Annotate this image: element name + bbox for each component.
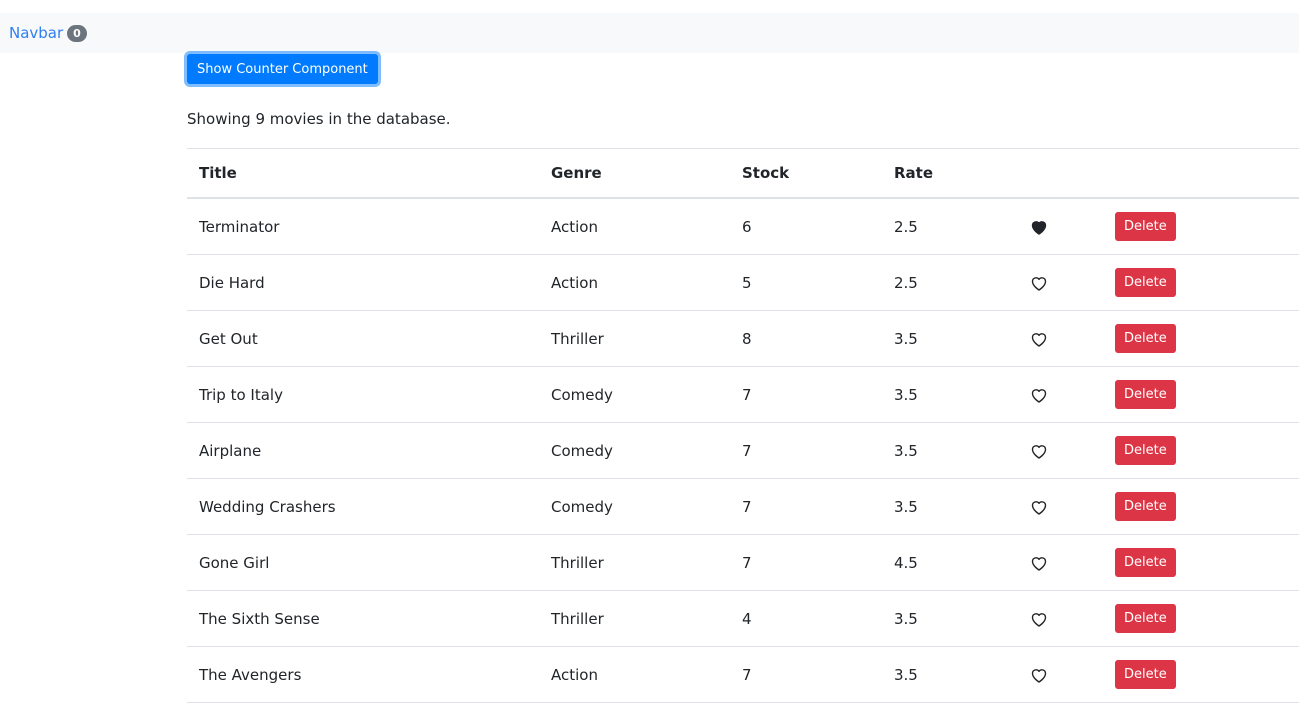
heart-outline-icon[interactable] — [1030, 666, 1048, 684]
table-row: Die Hard Action 5 2.5 Delete — [187, 254, 1299, 311]
movie-rate: 3.5 — [882, 422, 1004, 479]
table-row: Terminator Action 6 2.5 Delete — [187, 198, 1299, 255]
table-row: Airplane Comedy 7 3.5 Delete — [187, 422, 1299, 479]
heart-outline-icon[interactable] — [1030, 386, 1048, 404]
movie-genre: Thriller — [539, 590, 730, 647]
header-genre: Genre — [539, 148, 730, 199]
delete-button[interactable]: Delete — [1115, 492, 1176, 521]
movie-rate: 3.5 — [882, 478, 1004, 535]
actions-cell: Delete — [1107, 534, 1299, 591]
movie-stock: 6 — [730, 198, 882, 255]
movie-stock: 7 — [730, 534, 882, 591]
actions-cell: Delete — [1107, 310, 1299, 367]
show-counter-button[interactable]: Show Counter Component — [187, 54, 378, 84]
movie-title: The Avengers — [187, 646, 539, 703]
table-row: The Avengers Action 7 3.5 Delete — [187, 646, 1299, 703]
movie-genre: Thriller — [539, 534, 730, 591]
like-cell — [1004, 534, 1107, 591]
heart-outline-icon[interactable] — [1030, 330, 1048, 348]
delete-button[interactable]: Delete — [1115, 604, 1176, 633]
header-like — [1004, 148, 1107, 199]
delete-button[interactable]: Delete — [1115, 660, 1176, 689]
header-stock: Stock — [730, 148, 882, 199]
delete-button[interactable]: Delete — [1115, 436, 1176, 465]
heart-outline-icon[interactable] — [1030, 498, 1048, 516]
movie-title: Wedding Crashers — [187, 478, 539, 535]
actions-cell: Delete — [1107, 422, 1299, 479]
table-row: Wedding Crashers Comedy 7 3.5 Delete — [187, 478, 1299, 535]
movie-rate: 4.5 — [882, 534, 1004, 591]
movie-rate: 3.5 — [882, 590, 1004, 647]
table-header-row: Title Genre Stock Rate — [187, 148, 1299, 199]
like-cell — [1004, 646, 1107, 703]
movie-genre: Comedy — [539, 422, 730, 479]
actions-cell: Delete — [1107, 478, 1299, 535]
movie-title: Terminator — [187, 198, 539, 255]
movie-rate: 3.5 — [882, 646, 1004, 703]
movie-title: The Sixth Sense — [187, 590, 539, 647]
movie-stock: 7 — [730, 366, 882, 423]
header-title: Title — [187, 148, 539, 199]
heart-outline-icon[interactable] — [1030, 554, 1048, 572]
navbar-brand-label: Navbar — [9, 24, 64, 42]
counter-badge: 0 — [67, 24, 87, 42]
delete-button[interactable]: Delete — [1115, 324, 1176, 353]
like-cell — [1004, 590, 1107, 647]
table-row: Trip to Italy Comedy 7 3.5 Delete — [187, 366, 1299, 423]
actions-cell: Delete — [1107, 198, 1299, 255]
like-cell — [1004, 254, 1107, 311]
movie-rate: 2.5 — [882, 254, 1004, 311]
navbar-brand-link[interactable]: Navbar 0 — [9, 24, 87, 42]
header-rate: Rate — [882, 148, 1004, 199]
heart-filled-icon[interactable] — [1030, 218, 1048, 236]
table-body: Terminator Action 6 2.5 Delete Die Hard Action… — [187, 198, 1299, 703]
actions-cell: Delete — [1107, 366, 1299, 423]
like-cell — [1004, 366, 1107, 423]
movie-genre: Action — [539, 198, 730, 255]
table-row: Gone Girl Thriller 7 4.5 Delete — [187, 534, 1299, 591]
movie-rate: 3.5 — [882, 366, 1004, 423]
like-cell — [1004, 198, 1107, 255]
movie-stock: 7 — [730, 478, 882, 535]
movie-title: Airplane — [187, 422, 539, 479]
like-cell — [1004, 478, 1107, 535]
movie-stock: 8 — [730, 310, 882, 367]
like-cell — [1004, 422, 1107, 479]
delete-button[interactable]: Delete — [1115, 548, 1176, 577]
movie-stock: 7 — [730, 422, 882, 479]
delete-button[interactable]: Delete — [1115, 380, 1176, 409]
actions-cell: Delete — [1107, 254, 1299, 311]
movie-genre: Action — [539, 254, 730, 311]
movie-stock: 7 — [730, 646, 882, 703]
movies-summary: Showing 9 movies in the database. — [187, 110, 451, 128]
movie-stock: 4 — [730, 590, 882, 647]
movie-title: Die Hard — [187, 254, 539, 311]
table-row: Get Out Thriller 8 3.5 Delete — [187, 310, 1299, 367]
header-actions — [1107, 148, 1299, 199]
delete-button[interactable]: Delete — [1115, 212, 1176, 241]
movie-stock: 5 — [730, 254, 882, 311]
heart-outline-icon[interactable] — [1030, 610, 1048, 628]
movies-table: Title Genre Stock Rate Terminator Action 6… — [187, 148, 1299, 703]
delete-button[interactable]: Delete — [1115, 268, 1176, 297]
heart-outline-icon[interactable] — [1030, 274, 1048, 292]
actions-cell: Delete — [1107, 646, 1299, 703]
movie-genre: Action — [539, 646, 730, 703]
movie-genre: Comedy — [539, 478, 730, 535]
like-cell — [1004, 310, 1107, 367]
navbar: Navbar 0 — [0, 13, 1299, 53]
table-row: The Sixth Sense Thriller 4 3.5 Delete — [187, 590, 1299, 647]
actions-cell: Delete — [1107, 590, 1299, 647]
movie-genre: Comedy — [539, 366, 730, 423]
movie-title: Get Out — [187, 310, 539, 367]
movie-rate: 3.5 — [882, 310, 1004, 367]
movie-title: Trip to Italy — [187, 366, 539, 423]
movie-title: Gone Girl — [187, 534, 539, 591]
heart-outline-icon[interactable] — [1030, 442, 1048, 460]
movie-rate: 2.5 — [882, 198, 1004, 255]
movie-genre: Thriller — [539, 310, 730, 367]
